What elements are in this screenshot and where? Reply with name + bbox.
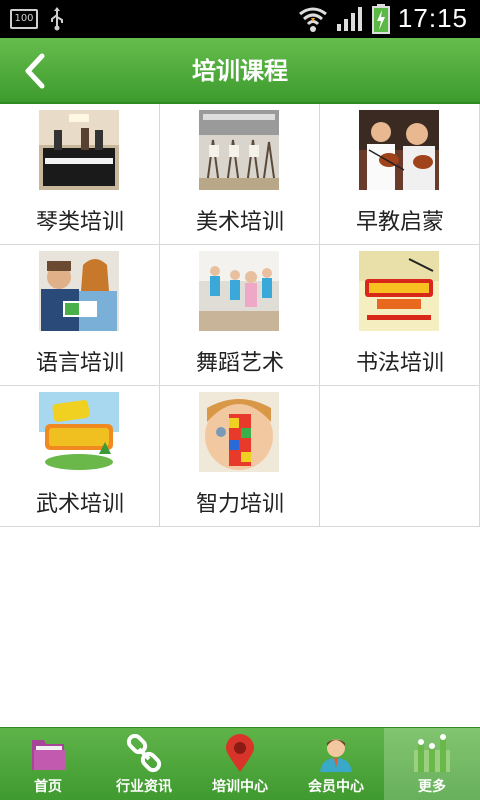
course-item-art[interactable]: 美术培训 (160, 104, 320, 245)
calligraphy-banner-icon (359, 251, 439, 331)
language-class-photo-icon (39, 251, 119, 331)
martial-arts-banner-icon (39, 392, 119, 472)
tab-member-center[interactable]: 会员中心 (288, 728, 384, 801)
more-icon (414, 734, 450, 772)
link-icon (126, 734, 162, 773)
tab-label: 会员中心 (308, 779, 364, 795)
status-bar: 100 17:15 (0, 0, 480, 38)
usb-icon (51, 7, 63, 31)
course-label: 早教启蒙 (355, 210, 444, 235)
wifi-icon (299, 7, 327, 32)
home-icon (32, 740, 66, 770)
course-label: 智力培训 (195, 492, 284, 517)
course-item-martial-arts[interactable]: 武术培训 (0, 386, 160, 527)
tab-home[interactable]: 首页 (0, 728, 96, 801)
course-item-piano[interactable]: 琴类培训 (0, 104, 160, 245)
battery-indicator-icon: 100 (10, 9, 38, 29)
course-item-dance[interactable]: 舞蹈艺术 (160, 245, 320, 386)
tab-industry-news[interactable]: 行业资讯 (96, 728, 192, 801)
tab-label: 首页 (34, 779, 62, 795)
tab-more[interactable]: 更多 (384, 728, 480, 801)
tab-label: 行业资讯 (116, 779, 172, 795)
battery-charging-icon (371, 3, 390, 34)
course-label: 书法培训 (355, 351, 444, 376)
app-bar: 培训课程 (0, 38, 480, 104)
tab-label: 培训中心 (212, 779, 268, 795)
course-item-early-education[interactable]: 早教启蒙 (320, 104, 480, 245)
signal-icon (336, 6, 362, 31)
member-icon (320, 739, 352, 772)
empty-cell (320, 386, 480, 527)
course-label: 语言培训 (35, 351, 124, 376)
course-item-calligraphy[interactable]: 书法培训 (320, 245, 480, 386)
course-label: 舞蹈艺术 (195, 351, 284, 376)
bottom-tab-bar: 首页 行业资讯 培训中心 会员中心 更多 (0, 727, 480, 801)
course-label: 武术培训 (35, 492, 124, 517)
violin-photo-icon (359, 110, 439, 190)
blocks-child-photo-icon (199, 392, 279, 472)
ballet-photo-icon (199, 251, 279, 331)
page-title: 培训课程 (192, 57, 288, 85)
course-item-language[interactable]: 语言培训 (0, 245, 160, 386)
course-label: 美术培训 (195, 210, 284, 235)
art-studio-photo-icon (199, 110, 279, 190)
tab-training-center[interactable]: 培训中心 (192, 728, 288, 801)
map-pin-icon (226, 734, 254, 772)
back-arrow-icon[interactable] (18, 52, 56, 90)
piano-photo-icon (39, 110, 119, 190)
tab-label: 更多 (418, 779, 446, 795)
status-time: 17:15 (397, 3, 468, 33)
course-item-intelligence[interactable]: 智力培训 (160, 386, 320, 527)
course-label: 琴类培训 (35, 210, 124, 235)
